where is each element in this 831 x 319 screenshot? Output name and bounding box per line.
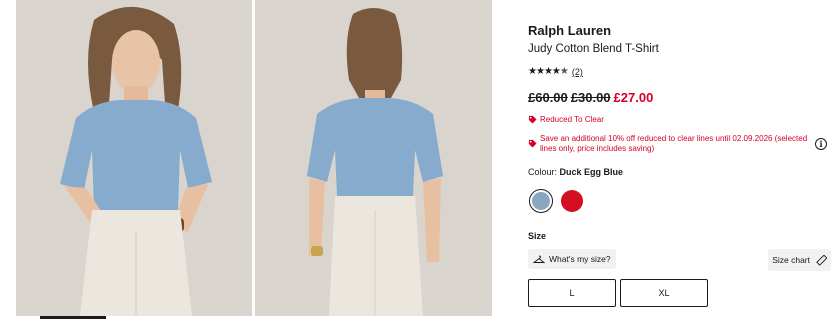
product-gallery [16, 0, 492, 319]
product-title: Judy Cotton Blend T-Shirt [528, 43, 659, 55]
product-rating[interactable]: ★ ★ ★ ★ ★ (2) [528, 66, 583, 78]
price-block: £60.00 £30.00 £27.00 [528, 90, 653, 105]
previous-price: £30.00 [570, 90, 611, 105]
selected-colour-name: Duck Egg Blue [559, 167, 624, 177]
colour-swatch-red[interactable] [561, 190, 583, 212]
product-details: Ralph Lauren Judy Cotton Blend T-Shirt ★… [528, 0, 831, 319]
size-chart-button[interactable]: Size chart [768, 249, 831, 271]
product-image-front[interactable] [16, 0, 252, 316]
promo-reduced-to-clear: Reduced To Clear [528, 115, 604, 125]
promo-text: Reduced To Clear [540, 115, 604, 124]
ruler-icon [816, 254, 827, 266]
current-price: £27.00 [613, 90, 654, 105]
rating-stars: ★ ★ ★ ★ ★ [528, 66, 569, 77]
whats-my-size-button[interactable]: What's my size? [528, 249, 616, 269]
size-option-l[interactable]: L [528, 279, 616, 307]
star-icon: ★ [551, 66, 561, 77]
product-image-back[interactable] [255, 0, 492, 316]
tag-icon [528, 115, 537, 124]
hanger-icon [533, 255, 545, 263]
original-price: £60.00 [528, 90, 568, 105]
size-chart-label: Size chart [772, 255, 810, 265]
star-icon: ★ [543, 66, 553, 77]
product-brand[interactable]: Ralph Lauren [528, 23, 611, 38]
promo-additional-saving: Save an additional 10% off reduced to cl… [528, 134, 808, 154]
colour-label-prefix: Colour: [528, 167, 558, 177]
review-count-link[interactable]: (2) [572, 67, 583, 77]
whats-my-size-label: What's my size? [549, 254, 611, 264]
info-icon[interactable]: i [815, 138, 827, 150]
size-option-xl[interactable]: XL [620, 279, 708, 307]
half-star-icon: ★ [559, 66, 569, 77]
tag-icon [528, 139, 537, 148]
colour-swatch-duck-egg-blue[interactable] [529, 189, 553, 213]
star-icon: ★ [528, 66, 537, 77]
promo-text: Save an additional 10% off reduced to cl… [540, 134, 808, 153]
star-icon: ★ [535, 66, 545, 77]
colour-label: Colour: Duck Egg Blue [528, 167, 623, 177]
size-label: Size [528, 231, 547, 241]
